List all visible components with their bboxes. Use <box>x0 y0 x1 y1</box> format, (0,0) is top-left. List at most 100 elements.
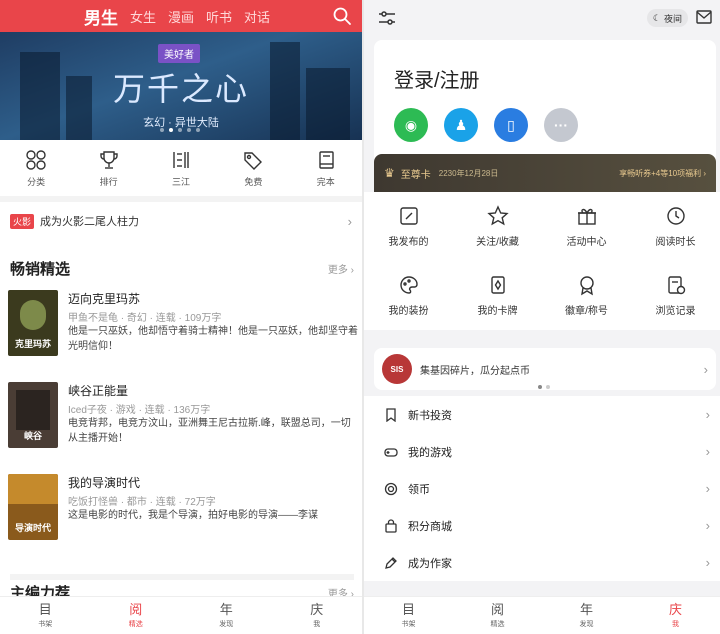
feature-grid: 我发布的 关注/收藏 活动中心 阅读时长 我的装扮 我的卡牌 徽章/称号 浏览记… <box>364 192 720 330</box>
book-meta: 吃饭打怪兽 · 都市 · 连载 · 72万字 <box>68 497 216 508</box>
vip-title: 至尊卡 <box>400 169 431 181</box>
shop-icon <box>385 518 397 533</box>
chevron-right-icon: › <box>705 481 710 496</box>
tag-icon <box>244 151 263 170</box>
tab-male[interactable]: 男生 <box>84 4 118 29</box>
notice-bar[interactable]: 火影 成为火影二尾人柱力 › <box>0 196 362 240</box>
quick-link-category[interactable]: 分类 <box>6 149 66 188</box>
quick-link-sanjiang[interactable]: 三江 <box>151 149 211 188</box>
phone-icon[interactable]: ▯ <box>494 108 528 142</box>
search-icon[interactable] <box>332 6 352 26</box>
edit-icon <box>399 207 418 225</box>
book-item[interactable]: 峡谷 峡谷正能量 Iced子夜 · 游戏 · 连载 · 136万字 电竞背邦，电… <box>8 382 358 472</box>
chevron-right-icon: › <box>705 555 710 570</box>
night-mode-toggle[interactable]: ☾ 夜间 <box>646 9 688 27</box>
book-item[interactable]: 克里玛苏 迈向克里玛苏 甲鱼不是龟 · 奇幻 · 连载 · 109万字 他是一只… <box>8 290 358 380</box>
bookshelf-icon: 目 <box>38 602 52 618</box>
more-link[interactable]: 更多 › <box>328 261 354 276</box>
promo-logo: SIS <box>382 354 412 384</box>
tab-me[interactable]: 庆我 <box>292 603 342 629</box>
grid-badges-titles[interactable]: 徽章/称号 <box>542 261 631 330</box>
chevron-right-icon: › <box>705 407 710 422</box>
bottom-tab-bar: 目书架 阅精选 年发现 庆我 <box>0 596 362 634</box>
quick-link-ranking[interactable]: 排行 <box>79 149 139 188</box>
category-tab-bar: 男生 女生 漫画 听书 对话 <box>0 0 362 32</box>
quick-link-label: 分类 <box>27 176 46 187</box>
quick-link-label: 排行 <box>99 176 118 187</box>
pen-icon <box>385 556 397 569</box>
grid-circles-icon <box>26 149 46 170</box>
sanjiang-icon <box>173 151 189 168</box>
book-item[interactable]: 导演时代 我的导演时代 吃饭打怪兽 · 都市 · 连载 · 72万字 这是电影的… <box>8 474 358 564</box>
featured-icon: 阅 <box>490 602 504 618</box>
qq-icon[interactable]: ♟ <box>444 108 478 142</box>
banner-title: 万千之心 <box>112 70 249 108</box>
tab-featured[interactable]: 阅精选 <box>111 603 161 629</box>
banner-tag: 美好者 <box>158 44 200 63</box>
me-icon: 庆 <box>668 602 682 618</box>
history-icon <box>667 276 685 295</box>
notice-badge: 火影 <box>10 213 35 229</box>
tab-audiobooks[interactable]: 听书 <box>206 7 232 26</box>
grid-my-posts[interactable]: 我发布的 <box>364 192 453 261</box>
quick-link-label: 三江 <box>171 176 190 187</box>
banner-pagination <box>160 128 200 132</box>
discover-icon: 年 <box>219 602 233 618</box>
promo-banner[interactable]: 美好者 万千之心 玄幻 · 异世大陆 <box>0 32 362 140</box>
settings-sliders-icon[interactable] <box>378 10 396 26</box>
book-title: 我的导演时代 <box>68 476 141 490</box>
tab-discover[interactable]: 年发现 <box>562 603 612 629</box>
tab-comics[interactable]: 漫画 <box>168 7 194 26</box>
menu-item-my-games[interactable]: 我的游戏 › <box>364 433 720 470</box>
promo-strip[interactable]: SIS 集基因碎片，瓜分起点币 › <box>374 348 716 390</box>
clock-icon <box>666 207 685 225</box>
bookshelf-icon: 目 <box>401 602 415 618</box>
tab-bookshelf[interactable]: 目书架 <box>20 603 70 629</box>
book-cover: 峡谷 <box>8 382 58 448</box>
tab-me[interactable]: 庆我 <box>651 603 701 629</box>
moon-icon: ☾ <box>652 12 661 23</box>
book-description: 电竞背邦，电竞方汶山，亚洲舞王尼古拉斯.峰，联盟总司，一切从主播开始！ <box>68 418 351 444</box>
featured-icon: 阅 <box>129 602 143 618</box>
tab-dialogue[interactable]: 对话 <box>244 7 270 26</box>
badge-icon <box>579 276 594 296</box>
coin-icon <box>384 482 398 495</box>
bottom-tab-bar: 目书架 阅精选 年发现 庆我 <box>364 596 720 634</box>
menu-item-book-investment[interactable]: 新书投资 › <box>364 396 720 433</box>
quick-link-label: 免费 <box>244 176 263 187</box>
vip-expiry: 2230年12月28日 <box>438 168 499 178</box>
login-register-link[interactable]: 登录/注册 <box>394 64 480 93</box>
menu-item-points-mall[interactable]: 积分商城 › <box>364 507 720 544</box>
promo-pagination <box>538 385 550 389</box>
grid-my-cards[interactable]: 我的卡牌 <box>453 261 542 330</box>
book-cover: 克里玛苏 <box>8 290 58 356</box>
tab-featured[interactable]: 阅精选 <box>473 603 523 629</box>
trophy-icon <box>99 150 118 169</box>
bookmark-icon <box>386 407 396 422</box>
book-title: 迈向克里玛苏 <box>68 292 141 306</box>
grid-reading-time[interactable]: 阅读时长 <box>631 192 720 261</box>
book-icon <box>319 150 334 169</box>
mail-icon[interactable] <box>696 10 712 24</box>
grid-my-dress-up[interactable]: 我的装扮 <box>364 261 453 330</box>
grid-follow-favorites[interactable]: 关注/收藏 <box>453 192 542 261</box>
menu-item-claim-coins[interactable]: 领币 › <box>364 470 720 507</box>
vip-card-bar[interactable]: ♛ 至尊卡 2230年12月28日 享畅听券+4等10项福利 › <box>374 154 716 192</box>
tab-discover[interactable]: 年发现 <box>201 603 251 629</box>
bookstore-screen: 男生 女生 漫画 听书 对话 美好者 万千之心 玄幻 · 异世大陆 分类 排行 <box>0 0 362 634</box>
card-icon <box>490 276 505 294</box>
profile-screen: ☾ 夜间 登录/注册 ◉ ♟ ▯ ··· ♛ 至尊卡 2230年12月28日 享畅… <box>364 0 720 634</box>
quick-link-finished[interactable]: 完本 <box>296 149 356 188</box>
more-options-icon[interactable]: ··· <box>544 108 578 142</box>
wechat-icon[interactable]: ◉ <box>394 108 428 142</box>
grid-browse-history[interactable]: 浏览记录 <box>631 261 720 330</box>
social-login-row: ◉ ♟ ▯ ··· <box>394 108 578 142</box>
quick-link-free[interactable]: 免费 <box>223 149 283 188</box>
book-description: 这是电影的时代，我是个导演，拍好电影的导演——李谋 <box>68 510 318 521</box>
grid-event-center[interactable]: 活动中心 <box>542 192 631 261</box>
tab-bookshelf[interactable]: 目书架 <box>384 603 434 629</box>
chevron-right-icon: › <box>347 213 352 229</box>
crown-icon: ♛ <box>384 166 395 180</box>
menu-item-become-writer[interactable]: 成为作家 › <box>364 544 720 581</box>
tab-female[interactable]: 女生 <box>130 7 156 26</box>
